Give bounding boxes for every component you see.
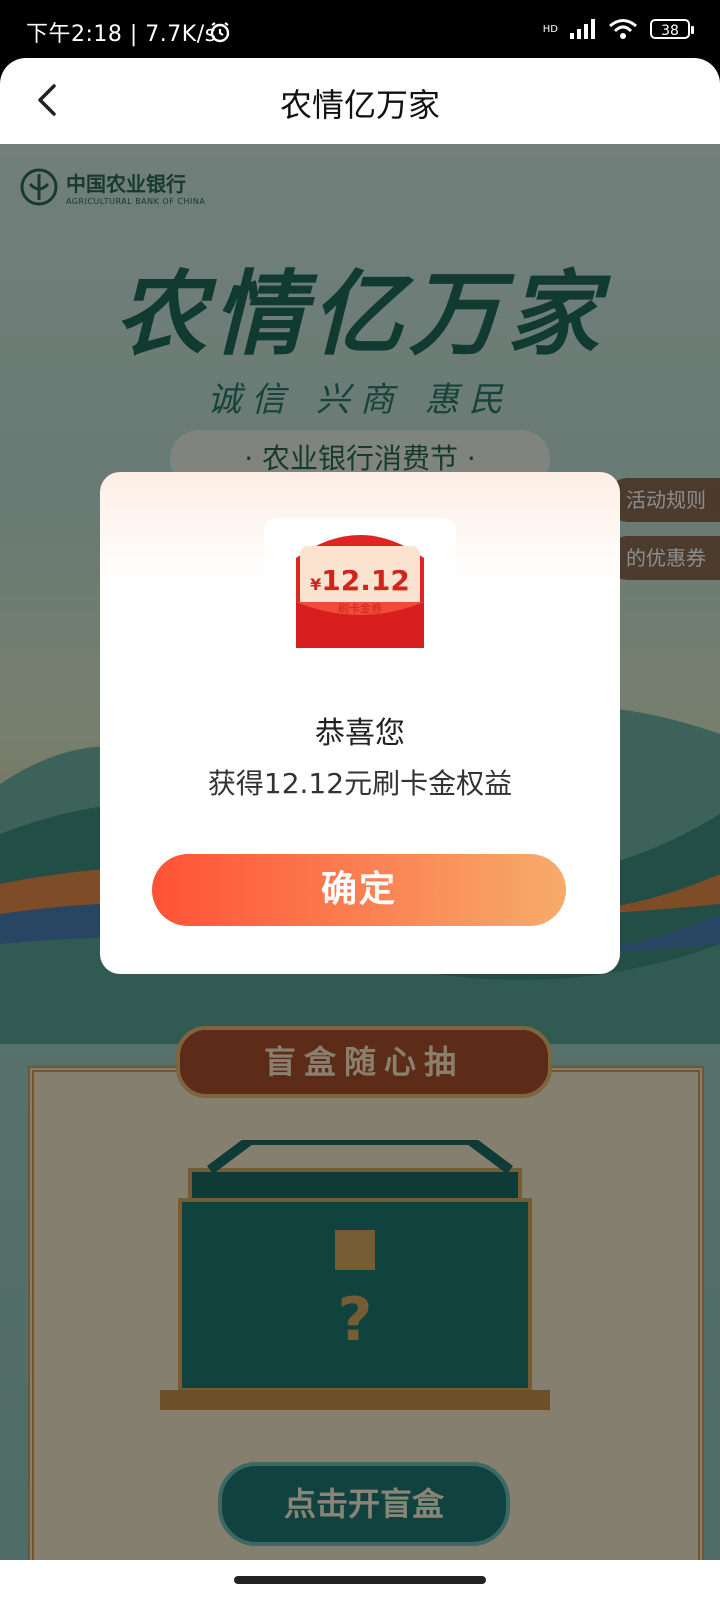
battery-level: 38	[661, 23, 679, 39]
reward-text: 获得12.12元刷卡金权益	[207, 767, 513, 800]
status-time-speed: 下午2:18 | 7.7K/s	[26, 22, 217, 47]
alarm-icon	[210, 22, 230, 43]
confirm-button[interactable]: 确定	[152, 854, 566, 926]
voucher-value: 12.12	[321, 564, 410, 597]
voucher-currency: ¥	[310, 575, 322, 594]
voucher-card: ¥12.12 刷卡金券	[264, 518, 456, 674]
voucher-label: 刷卡金券	[338, 602, 382, 615]
home-indicator[interactable]	[234, 1576, 486, 1584]
voucher-amount: ¥12.12	[264, 564, 456, 597]
page-title: 农情亿万家	[279, 86, 440, 124]
status-bar: 下午2:18 | 7.7K/s HD 38	[0, 0, 720, 62]
title-bar: 农情亿万家	[0, 58, 720, 144]
wifi-icon	[609, 19, 637, 39]
signal-icon	[570, 19, 595, 39]
network-type-label: HD	[542, 23, 558, 35]
congrats-text: 恭喜您	[315, 716, 405, 751]
gesture-nav-bar	[0, 1560, 720, 1600]
battery-icon: 38	[650, 19, 694, 39]
reward-dialog: ¥12.12 刷卡金券 恭喜您 获得12.12元刷卡金权益 确定	[100, 472, 620, 974]
